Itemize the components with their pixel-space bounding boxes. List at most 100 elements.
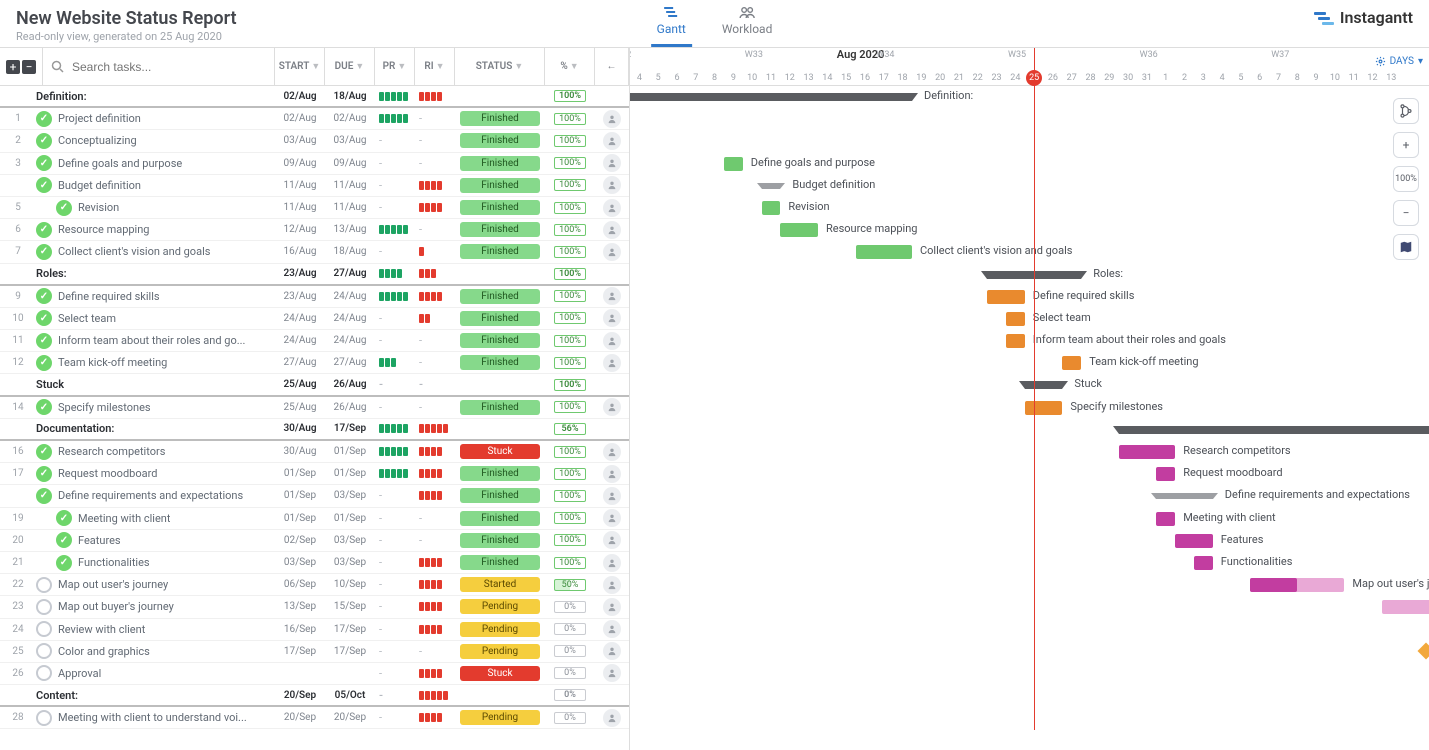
check-icon[interactable]	[56, 510, 72, 526]
col-back[interactable]: ←	[595, 48, 629, 85]
gantt-row[interactable]: Budget definition	[630, 175, 1429, 197]
task-row[interactable]: 5Revision11/Aug11/Aug-Finished100%	[0, 197, 629, 219]
check-icon[interactable]	[56, 200, 72, 216]
task-bar[interactable]	[1119, 445, 1175, 459]
tab-gantt[interactable]: Gantt	[651, 4, 692, 47]
check-icon[interactable]	[36, 444, 52, 460]
summary-bar[interactable]	[1156, 493, 1212, 499]
task-row[interactable]: 14Specify milestones25/Aug26/Aug--Finish…	[0, 397, 629, 419]
check-icon[interactable]	[36, 288, 52, 304]
check-icon[interactable]	[36, 355, 52, 371]
avatar-icon[interactable]	[603, 132, 621, 150]
check-icon[interactable]	[36, 111, 52, 127]
gantt-row[interactable]: Revision	[630, 197, 1429, 219]
task-bar[interactable]	[1156, 512, 1175, 526]
col-pr[interactable]: PR▼	[375, 48, 415, 85]
task-row[interactable]: 19Meeting with client01/Sep01/Sep--Finis…	[0, 508, 629, 530]
avatar-icon[interactable]	[603, 709, 621, 727]
task-row[interactable]: 11Inform team about their roles and go..…	[0, 330, 629, 352]
col-start[interactable]: START▼	[275, 48, 325, 85]
task-bar[interactable]	[856, 245, 912, 259]
avatar-icon[interactable]	[603, 221, 621, 239]
group-row[interactable]: −Roles:23/Aug27/Aug100%	[0, 264, 629, 286]
task-bar[interactable]	[1175, 534, 1213, 548]
gantt-row[interactable]: Request moodboard	[630, 463, 1429, 485]
task-row[interactable]: 9Define required skills23/Aug24/AugFinis…	[0, 286, 629, 308]
col-due[interactable]: DUE▼	[325, 48, 375, 85]
group-row[interactable]: −Documentation:30/Aug17/Sep56%	[0, 419, 629, 441]
gantt-row[interactable]: Definition:	[630, 86, 1429, 108]
task-bar[interactable]	[780, 223, 818, 237]
collapse-all-button[interactable]: −	[22, 60, 36, 74]
avatar-icon[interactable]	[603, 199, 621, 217]
avatar-icon[interactable]	[603, 176, 621, 194]
group-row[interactable]: −Definition:02/Aug18/Aug100%	[0, 86, 629, 108]
task-bar[interactable]	[1194, 556, 1213, 570]
task-bar[interactable]	[724, 157, 743, 171]
check-icon[interactable]	[36, 222, 52, 238]
tab-workload[interactable]: Workload	[716, 4, 779, 47]
group-row[interactable]: −Content:20/Sep05/Oct-0%	[0, 685, 629, 707]
task-row[interactable]: 25Color and graphics17/Sep17/Sep--Pendin…	[0, 641, 629, 663]
section-bar[interactable]	[1025, 381, 1063, 389]
col-ri[interactable]: RI▼	[415, 48, 455, 85]
avatar-icon[interactable]	[603, 309, 621, 327]
gantt-row[interactable]: Select team	[630, 308, 1429, 330]
search-box[interactable]	[42, 48, 275, 85]
gantt-row[interactable]: Roles:	[630, 264, 1429, 286]
gantt-row[interactable]: Resource mapping	[630, 219, 1429, 241]
gantt-row[interactable]: Define required skills	[630, 286, 1429, 308]
avatar-icon[interactable]	[603, 554, 621, 572]
task-row[interactable]: 12Team kick-off meeting27/Aug27/Aug-Fini…	[0, 352, 629, 374]
gantt-row[interactable]	[630, 619, 1429, 641]
gantt-row[interactable]: Research competitors	[630, 441, 1429, 463]
gantt-row[interactable]: Define requirements and expectations	[630, 485, 1429, 507]
task-row[interactable]: 7Collect client's vision and goals16/Aug…	[0, 241, 629, 263]
task-bar[interactable]	[1062, 356, 1081, 370]
avatar-icon[interactable]	[603, 354, 621, 372]
check-icon[interactable]	[56, 555, 72, 571]
check-icon[interactable]	[36, 399, 52, 415]
check-icon[interactable]	[36, 710, 52, 726]
avatar-icon[interactable]	[603, 664, 621, 682]
gantt-row[interactable]: ject definition	[630, 108, 1429, 130]
branch-button[interactable]	[1393, 98, 1419, 124]
task-row[interactable]: −Define requirements and expectations01/…	[0, 485, 629, 507]
check-icon[interactable]	[56, 532, 72, 548]
avatar-icon[interactable]	[603, 465, 621, 483]
check-icon[interactable]	[36, 488, 52, 504]
task-row[interactable]: 10Select team24/Aug24/Aug-Finished100%	[0, 308, 629, 330]
zoom-out-button[interactable]: −	[1393, 200, 1419, 226]
gantt-row[interactable]	[630, 663, 1429, 685]
check-icon[interactable]	[36, 643, 52, 659]
zoom-in-button[interactable]: +	[1393, 132, 1419, 158]
expand-all-button[interactable]: +	[6, 60, 20, 74]
task-row[interactable]: 17Request moodboard01/Sep01/SepFinished1…	[0, 463, 629, 485]
task-row[interactable]: 16Research competitors30/Aug01/SepStuck1…	[0, 441, 629, 463]
gantt-row[interactable]: Define goals and purpose	[630, 153, 1429, 175]
avatar-icon[interactable]	[603, 598, 621, 616]
gantt-row[interactable]	[630, 707, 1429, 729]
check-icon[interactable]	[36, 177, 52, 193]
avatar-icon[interactable]	[603, 332, 621, 350]
gantt-row[interactable]: Meeting with client	[630, 508, 1429, 530]
task-row[interactable]: 3Define goals and purpose09/Aug09/Aug--F…	[0, 153, 629, 175]
avatar-icon[interactable]	[603, 110, 621, 128]
avatar-icon[interactable]	[603, 509, 621, 527]
task-bar[interactable]	[1006, 334, 1025, 348]
task-row[interactable]: 6Resource mapping12/Aug13/Aug-Finished10…	[0, 219, 629, 241]
check-icon[interactable]	[36, 599, 52, 615]
avatar-icon[interactable]	[603, 576, 621, 594]
check-icon[interactable]	[36, 155, 52, 171]
avatar-icon[interactable]	[603, 443, 621, 461]
check-icon[interactable]	[36, 133, 52, 149]
col-pct[interactable]: %▼	[545, 48, 595, 85]
gantt-row[interactable]: Specify milestones	[630, 397, 1429, 419]
section-bar[interactable]	[1119, 426, 1429, 434]
task-row[interactable]: −Budget definition11/Aug11/Aug-Finished1…	[0, 175, 629, 197]
milestone-diamond[interactable]	[1417, 642, 1429, 659]
task-bar[interactable]	[1250, 578, 1344, 592]
task-row[interactable]: 23Map out buyer's journey13/Sep15/Sep-Pe…	[0, 596, 629, 618]
zoom-level[interactable]: 100%	[1393, 166, 1419, 192]
gantt-row[interactable]	[630, 641, 1429, 663]
